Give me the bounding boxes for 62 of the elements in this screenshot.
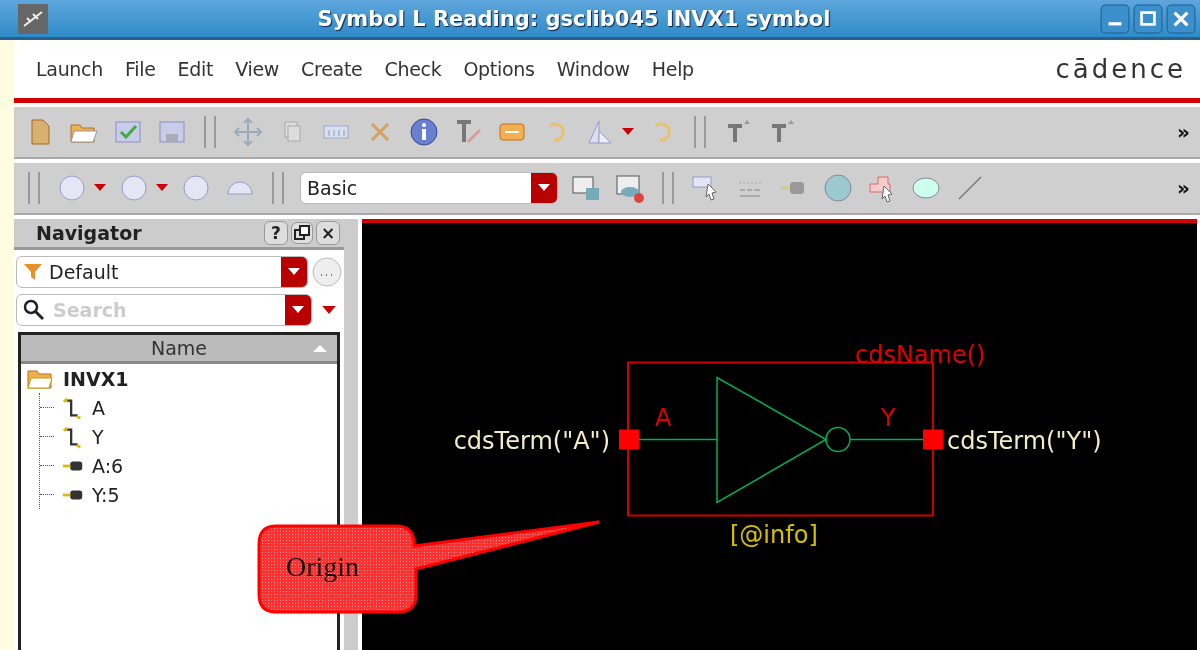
filter-icon [23, 262, 43, 282]
tree-item[interactable]: A [92, 396, 105, 419]
caret-icon[interactable] [322, 305, 336, 315]
window-eye-icon[interactable] [614, 172, 646, 204]
overflow-button[interactable]: » [1177, 176, 1190, 200]
menu-item[interactable]: File [125, 58, 156, 80]
caret-icon[interactable] [156, 184, 168, 192]
menu-item[interactable]: Edit [177, 58, 214, 80]
maximize-button[interactable] [1133, 3, 1163, 34]
tree-item[interactable]: Y [92, 425, 104, 448]
move-icon[interactable] [232, 116, 264, 148]
caret-icon[interactable] [622, 128, 634, 136]
tree-item[interactable]: INVX1 [63, 367, 129, 390]
search-icon [23, 299, 45, 321]
overflow-button[interactable]: » [1177, 120, 1190, 144]
filter-combo[interactable]: Default [16, 256, 308, 288]
toolbar-grip[interactable] [662, 172, 674, 204]
circle-icon[interactable] [56, 172, 88, 204]
menu-item[interactable]: Check [384, 58, 442, 80]
logo: cādence [1055, 54, 1186, 84]
menu-item[interactable]: Launch [36, 58, 103, 80]
app-icon [18, 3, 48, 34]
close-button[interactable] [1166, 3, 1196, 34]
info-icon[interactable] [408, 116, 440, 148]
menu-item[interactable]: Window [556, 58, 630, 80]
view-combo[interactable]: Basic [300, 172, 558, 204]
window-title: Symbol L Reading: gsclib045 INVX1 symbol [316, 6, 832, 31]
caret-icon [538, 184, 550, 192]
help-button[interactable]: ? [264, 221, 288, 245]
caret-icon [288, 268, 300, 276]
pin-marker[interactable] [619, 429, 639, 450]
terminal-label: cdsTerm("A") [453, 426, 610, 455]
tree-item[interactable]: A:6 [92, 454, 124, 477]
tree-item[interactable]: Y:5 [92, 483, 120, 506]
menu-item[interactable]: Options [463, 58, 535, 80]
column-header[interactable]: Name [21, 335, 337, 364]
circle-icon[interactable] [118, 172, 150, 204]
drawing-canvas[interactable]: cdsName() cdsTerm("A") A Y cdsTerm("Y") [@info] [362, 219, 1197, 650]
pin-label: A [655, 403, 672, 432]
toolbar-grip[interactable] [694, 116, 706, 148]
toolbar-grip[interactable] [272, 172, 284, 204]
caret-icon [292, 306, 304, 314]
circle-icon[interactable] [180, 172, 212, 204]
minimize-button[interactable] [1100, 3, 1130, 34]
more-button[interactable] [312, 257, 342, 287]
menu-item[interactable]: Help [651, 58, 694, 80]
menu-item[interactable]: View [235, 58, 280, 80]
sphere-icon[interactable] [822, 172, 854, 204]
menu-item[interactable]: Create [301, 58, 363, 80]
terminal-label: cdsTerm("Y") [947, 426, 1102, 455]
pin-label: Y [881, 403, 896, 432]
caret-icon[interactable] [94, 184, 106, 192]
close-button[interactable]: × [316, 221, 340, 245]
panel-title: Navigator [36, 222, 143, 244]
instance-name-label: cdsName() [855, 340, 986, 369]
toolbar-grip[interactable] [204, 116, 216, 148]
callout-text: Origin [286, 551, 360, 583]
pin-marker[interactable] [923, 429, 943, 450]
info-label: [@info] [730, 520, 818, 549]
toolbar-grip[interactable] [28, 172, 40, 204]
undock-icon[interactable] [291, 222, 313, 244]
sort-icon [313, 344, 327, 352]
